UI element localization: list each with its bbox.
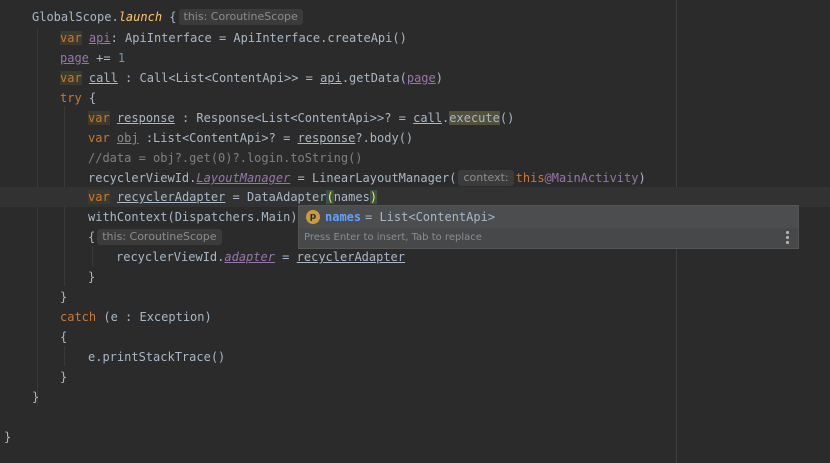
property-ref: LayoutManager (196, 171, 291, 185)
code-line[interactable]: var obj :List<ContentApi>? = response?.b… (0, 128, 830, 148)
code-editor[interactable]: GlobalScope.launch {this: CoroutineScope… (0, 0, 830, 463)
code-line[interactable]: var response : Response<List<ContentApi>… (0, 108, 830, 128)
code-line[interactable]: try { (0, 88, 830, 108)
code-text: ) (435, 71, 443, 85)
keyword: this (515, 171, 545, 185)
variable-ref: recyclerAdapter (296, 250, 406, 264)
code-text: (e : Exception) (96, 310, 212, 324)
inlay-hint: this: CoroutineScope (97, 229, 222, 245)
code-text: = DataAdapter (225, 190, 327, 204)
code-text: names (333, 190, 370, 204)
code-text: } (60, 290, 68, 304)
keyword: var (88, 111, 110, 125)
variable-name: api (88, 31, 111, 45)
variable-ref: response (297, 131, 356, 145)
comment: //data = obj?.get(0)?.login.toString() (88, 151, 363, 165)
property-ref: adapter (224, 250, 275, 264)
code-text: { (88, 230, 96, 244)
inlay-hint: context: (458, 170, 514, 186)
code-text: e.printStackTrace() (88, 350, 226, 364)
code-text: { (162, 10, 177, 24)
keyword: try (60, 91, 82, 105)
completion-item-type: = List<ContentApi> (365, 210, 496, 224)
code-line[interactable]: } (0, 427, 830, 447)
code-line[interactable]: } (0, 387, 830, 407)
code-text: : Call<List<ContentApi>> = (117, 71, 321, 85)
code-line[interactable]: catch (e : Exception) (0, 307, 830, 327)
code-text: { (81, 91, 97, 105)
variable-name: response (116, 111, 175, 125)
code-line[interactable]: var call : Call<List<ContentApi>> = api.… (0, 68, 830, 88)
code-line-current[interactable]: var recyclerAdapter = DataAdapter(names) (0, 187, 830, 207)
code-text: ) (638, 171, 646, 185)
code-line[interactable]: //data = obj?.get(0)?.login.toString() (0, 148, 830, 168)
property-ref: page (60, 51, 89, 65)
function-call: launch (118, 10, 163, 24)
code-line[interactable]: } (0, 287, 830, 307)
code-text: recyclerViewId. (116, 250, 225, 264)
code-line[interactable]: GlobalScope.launch {this: CoroutineScope (0, 7, 830, 27)
brace-match: ) (369, 190, 378, 204)
code-text: () (499, 111, 515, 125)
inlay-hint: this: CoroutineScope (178, 9, 303, 25)
code-text: { (60, 330, 68, 344)
variable-ref: call (413, 111, 443, 125)
number-literal: 1 (117, 51, 126, 65)
code-line[interactable]: page += 1 (0, 48, 830, 68)
code-text: ?.body() (355, 131, 414, 145)
variable-name: call (88, 71, 118, 85)
code-text: withContext(Dispatchers.Main) (88, 210, 298, 224)
code-text: : Response<List<ContentApi>>? = (174, 111, 414, 125)
keyword: var (60, 71, 82, 85)
property-ref: page (406, 71, 436, 85)
code-text: :List<ContentApi>? = (138, 131, 298, 145)
parameter-icon: p (306, 210, 320, 224)
code-line[interactable]: var api: ApiInterface = ApiInterface.cre… (0, 28, 830, 48)
completion-popup: p names = List<ContentApi> Press Enter t… (298, 205, 799, 249)
code-text: = LinearLayoutManager( (290, 171, 457, 185)
code-text: .getData( (341, 71, 407, 85)
code-text: : ApiInterface = ApiInterface.createApi(… (110, 31, 407, 45)
function-call: execute (449, 111, 500, 125)
keyword: var (88, 131, 110, 145)
variable-name: obj (116, 131, 139, 145)
keyword: var (60, 31, 82, 45)
code-text: GlobalScope. (32, 10, 119, 24)
code-line[interactable]: recyclerViewId.adapter = recyclerAdapter (0, 247, 830, 267)
code-text: recyclerViewId. (88, 171, 197, 185)
label-ref: @MainActivity (544, 171, 639, 185)
variable-name: recyclerAdapter (116, 190, 226, 204)
code-text: } (32, 390, 40, 404)
code-text: = (274, 250, 297, 264)
code-text: += (88, 51, 118, 65)
code-line[interactable]: } (0, 267, 830, 287)
keyword: catch (60, 310, 97, 324)
code-line[interactable]: { (0, 327, 830, 347)
variable-ref: api (320, 71, 342, 85)
code-line[interactable]: } (0, 367, 830, 387)
completion-item[interactable]: p names = List<ContentApi> (299, 206, 798, 228)
completion-footer: Press Enter to insert, Tab to replace (304, 232, 482, 243)
code-line[interactable]: e.printStackTrace() (0, 347, 830, 367)
code-line[interactable]: recyclerViewId.LayoutManager = LinearLay… (0, 168, 830, 188)
more-options-icon[interactable] (785, 231, 789, 245)
keyword: var (88, 190, 110, 204)
code-text: } (60, 370, 68, 384)
brace-match: ( (326, 190, 334, 204)
completion-item-name: names (325, 210, 362, 224)
code-text: } (4, 430, 12, 444)
code-text: } (88, 270, 96, 284)
